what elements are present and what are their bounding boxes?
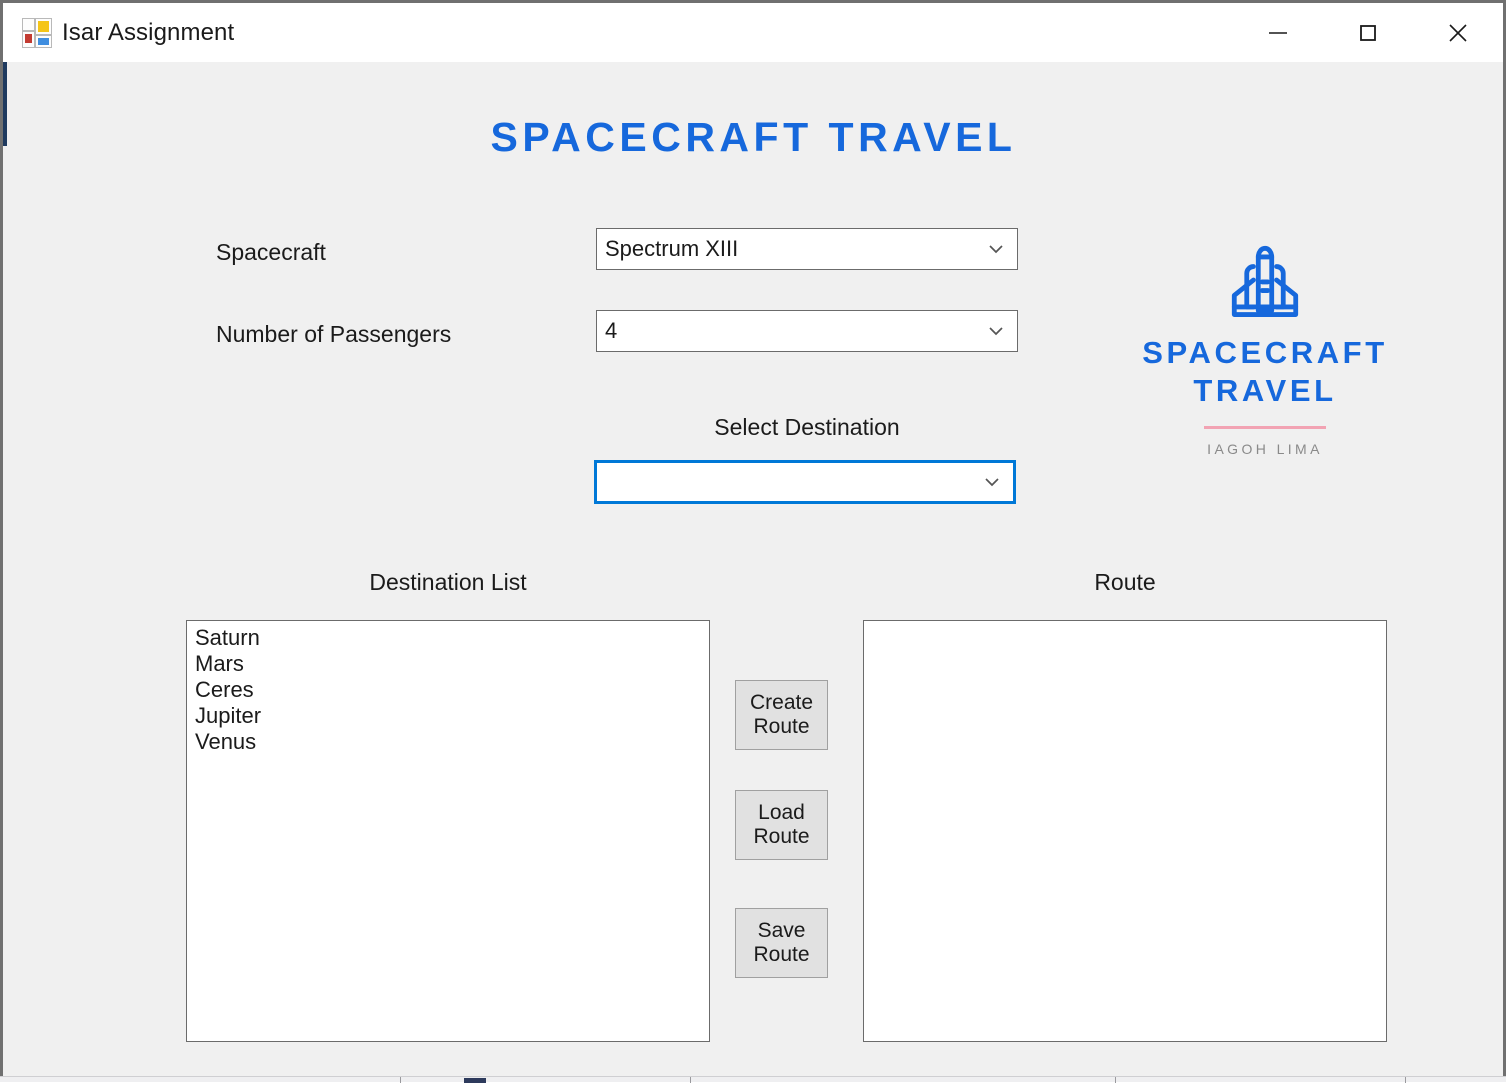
logo-title-line2: TRAVEL — [1193, 372, 1337, 408]
destination-list-item[interactable]: Saturn — [187, 625, 709, 651]
page-title: SPACECRAFT TRAVEL — [490, 114, 1017, 160]
load-route-label-line2: Route — [753, 825, 810, 848]
load-route-button[interactable]: Load Route — [735, 790, 828, 860]
create-route-label-line2: Route — [753, 715, 810, 738]
passengers-value: 4 — [605, 318, 618, 343]
application-window: Isar Assignment SPACECRAFT TRAVEL Spacec… — [0, 0, 1506, 1076]
route-listbox[interactable] — [863, 620, 1387, 1042]
minimize-icon — [1269, 31, 1287, 34]
chevron-down-icon — [975, 239, 1017, 259]
destination-list-item[interactable]: Mars — [187, 651, 709, 677]
save-route-label-line2: Route — [753, 943, 810, 966]
chevron-down-icon — [975, 321, 1017, 341]
spacecraft-value: Spectrum XIII — [605, 236, 739, 261]
create-route-label-line1: Create — [749, 691, 814, 714]
close-button[interactable] — [1413, 3, 1503, 62]
brand-logo: SPACECRAFT TRAVEL IAGOH LIMA — [1130, 232, 1400, 457]
save-route-label-line1: Save — [757, 919, 806, 942]
logo-divider — [1204, 425, 1326, 429]
logo-title-line1: SPACECRAFT — [1142, 335, 1388, 370]
logo-title: SPACECRAFT TRAVEL — [1130, 334, 1400, 410]
window-title: Isar Assignment — [62, 18, 235, 46]
spacecraft-label: Spacecraft — [216, 239, 326, 265]
spacecraft-combobox[interactable]: Spectrum XIII — [596, 228, 1018, 270]
taskbar-pinned-item[interactable] — [464, 1078, 486, 1083]
winforms-app-icon — [22, 17, 52, 48]
destination-list-item[interactable]: Ceres — [187, 677, 709, 703]
window-frame-left — [0, 3, 3, 1076]
space-shuttle-icon — [1231, 245, 1299, 317]
destination-list-caption: Destination List — [369, 569, 527, 595]
create-route-button[interactable]: Create Route — [735, 680, 828, 750]
taskbar[interactable] — [0, 1076, 1506, 1083]
maximize-icon — [1360, 24, 1376, 41]
title-bar[interactable]: Isar Assignment — [3, 3, 1503, 62]
destination-listbox[interactable]: Saturn Mars Ceres Jupiter Venus — [186, 620, 710, 1042]
load-route-label-line1: Load — [758, 801, 805, 824]
maximize-button[interactable] — [1323, 3, 1413, 62]
route-list-caption: Route — [1094, 569, 1156, 595]
save-route-button[interactable]: Save Route — [735, 908, 828, 978]
window-controls — [1233, 3, 1503, 62]
destination-label: Select Destination — [714, 414, 900, 440]
destination-list-item[interactable]: Venus — [187, 729, 709, 755]
chevron-down-icon — [971, 472, 1013, 492]
passengers-label: Number of Passengers — [216, 321, 452, 347]
minimize-button[interactable] — [1233, 3, 1323, 62]
close-icon — [1449, 23, 1467, 42]
destination-combobox[interactable] — [594, 460, 1016, 504]
client-area: SPACECRAFT TRAVEL Spacecraft Spectrum XI… — [7, 62, 1500, 1073]
destination-list-item[interactable]: Jupiter — [187, 703, 709, 729]
logo-subtitle: IAGOH LIMA — [1207, 440, 1323, 457]
passengers-combobox[interactable]: 4 — [596, 310, 1018, 352]
